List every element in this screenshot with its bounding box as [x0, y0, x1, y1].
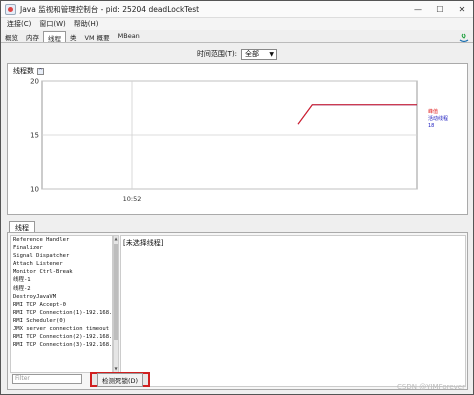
tab-mbean[interactable]: MBean [114, 31, 144, 42]
maximize-button[interactable]: ☐ [429, 1, 451, 18]
x-tick-label: 10:52 [123, 195, 142, 203]
expand-icon[interactable]: ^ [37, 67, 44, 75]
time-range-value: 全部 [245, 50, 260, 58]
thread-list-item[interactable]: 线程-1 [11, 276, 112, 284]
legend-label: 峰值 [428, 108, 438, 115]
thread-list-item[interactable]: JMX server connection timeout [11, 325, 112, 333]
chart-canvas: 10 15 20 10:52 峰值活动线程18 [30, 78, 448, 204]
thread-list-item[interactable]: Attach Listener [11, 260, 112, 268]
thread-list-item[interactable]: RMI TCP Connection(2)-192.168. [11, 333, 112, 341]
thread-list-item[interactable]: RMI TCP Connection(3)-192.168. [11, 341, 112, 349]
thread-detail-area[interactable]: [未选择线程] [120, 235, 466, 387]
threads-panel: 线程 Reference Handler Finalizer Signal Disp… [7, 221, 468, 390]
legend-label: 18 [428, 123, 434, 129]
chevron-down-icon: ▼ [269, 50, 275, 58]
thread-list-item[interactable]: RMI TCP Connection(1)-192.168. [11, 309, 112, 317]
thread-list-item[interactable]: DestroyJavaVM [11, 293, 112, 301]
chart-title: 线程数 [13, 67, 34, 75]
thread-list-item[interactable]: Signal Dispatcher [11, 252, 112, 260]
detect-deadlock-label: 检测死锁(D) [96, 372, 144, 387]
time-range-row: 时间范围(T): 全部 ▼ [1, 48, 473, 60]
thread-list-scrollbar[interactable]: ▲ ▼ [113, 235, 119, 373]
thread-detail-text: [未选择线程] [123, 239, 164, 247]
java-app-icon [5, 3, 16, 15]
window-title: Java 监视和管理控制台 - pid: 25204 deadLockTest [20, 4, 200, 14]
thread-list[interactable]: Reference Handler Finalizer Signal Dispatc… [10, 235, 113, 373]
menu-bar: 连接(C) 窗口(W) 帮助(H) [1, 18, 473, 30]
menu-connection[interactable]: 连接(C) [1, 19, 35, 29]
watermark: CSDN @YIMForever [397, 383, 465, 391]
main-tabs: 概览 内存 线程 类 VM 概要 MBean [1, 31, 473, 43]
title-bar: Java 监视和管理控制台 - pid: 25204 deadLockTest … [1, 1, 473, 18]
scroll-thumb[interactable] [114, 244, 118, 340]
tab-memory[interactable]: 内存 [22, 31, 43, 42]
threads-subtab[interactable]: 线程 [9, 221, 35, 232]
menu-window[interactable]: 窗口(W) [35, 19, 69, 29]
y-tick-label: 20 [30, 78, 39, 86]
threads-body: Reference Handler Finalizer Signal Dispatc… [7, 232, 468, 390]
app-window: Java 监视和管理控制台 - pid: 25204 deadLockTest … [0, 0, 474, 395]
java-logo-icon [459, 33, 469, 43]
legend-label: 活动线程 [428, 115, 448, 122]
tab-threads[interactable]: 线程 [43, 31, 66, 43]
window-controls: — ☐ ✕ [407, 1, 473, 18]
tab-overview[interactable]: 概览 [1, 31, 22, 42]
y-tick-label: 15 [30, 132, 39, 140]
minimize-button[interactable]: — [407, 1, 429, 18]
menu-help[interactable]: 帮助(H) [70, 19, 103, 29]
detect-deadlock-button[interactable]: 检测死锁(D) [90, 372, 150, 387]
time-range-label: 时间范围(T): [196, 50, 238, 58]
thread-list-item[interactable]: Finalizer [11, 244, 112, 252]
thread-count-chart: 10 15 20 10:52 峰值 活动线程 18 线程数 ^ [7, 63, 468, 215]
filter-input[interactable]: Filter [12, 374, 82, 384]
thread-list-item[interactable]: Monitor Ctrl-Break [11, 268, 112, 276]
thread-list-item[interactable]: RMI Scheduler(0) [11, 317, 112, 325]
tab-classes[interactable]: 类 [66, 31, 81, 42]
scroll-up-icon[interactable]: ▲ [114, 236, 118, 242]
y-tick-label: 10 [30, 186, 39, 194]
thread-list-item[interactable]: RMI TCP Accept-0 [11, 301, 112, 309]
tab-vm-summary[interactable]: VM 概要 [81, 31, 114, 42]
thread-list-item[interactable]: 线程-2 [11, 285, 112, 293]
time-range-select[interactable]: 全部 ▼ [241, 48, 278, 60]
thread-list-item[interactable]: Reference Handler [11, 236, 112, 244]
close-button[interactable]: ✕ [451, 1, 473, 18]
chart-header: 线程数 ^ [13, 66, 44, 76]
